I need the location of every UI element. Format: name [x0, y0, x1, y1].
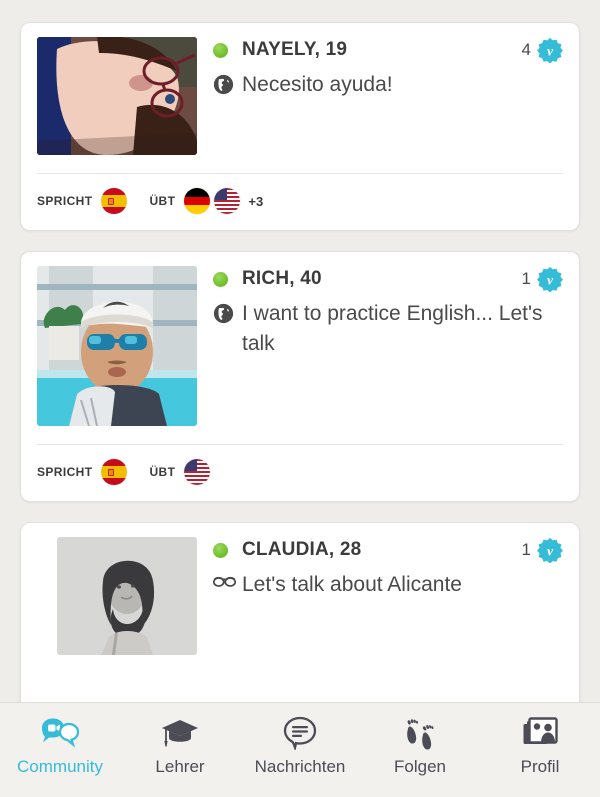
nayely-profile-photo[interactable]: [37, 37, 197, 155]
languages-row: [21, 674, 579, 702]
speaks-label: SPRICHT: [37, 465, 93, 479]
user-card[interactable]: CLAUDIA, 28 1 v Let's talk about Alicant…: [20, 522, 580, 702]
user-status-text: Necesito ayuda!: [242, 73, 393, 96]
tab-profil[interactable]: Profil: [480, 713, 600, 777]
germany-flag: [184, 188, 211, 214]
tab-label: Community: [17, 757, 103, 776]
svg-text:v: v: [547, 544, 554, 559]
online-status-dot: [213, 542, 228, 558]
spain-flag: [101, 459, 128, 485]
user-status-row: I want to practice English... Let's talk: [213, 299, 563, 359]
rich-profile-photo[interactable]: [37, 266, 197, 426]
badge-count: 1: [521, 269, 531, 288]
more-languages-count: +3: [248, 193, 264, 209]
tab-folgen[interactable]: Folgen: [360, 713, 480, 777]
user-info: RICH, 40 1 v I want to practice English.…: [197, 266, 563, 359]
user-card-body: NAYELY, 19 4 v Necesito ayuda!: [21, 23, 579, 161]
user-status-text: Let's talk about Alicante: [242, 573, 462, 596]
user-name: RICH, 40: [242, 268, 322, 289]
tab-label: Nachrichten: [254, 757, 346, 776]
practices-label: ÜBT: [149, 465, 176, 479]
online-status-dot: [213, 42, 228, 58]
badge-group: 1 v: [522, 537, 563, 563]
svg-text:v: v: [547, 273, 554, 288]
tab-label: Lehrer: [155, 757, 205, 776]
graduation-cap-icon: [161, 713, 199, 753]
verified-badge-icon[interactable]: v: [537, 537, 563, 563]
user-card[interactable]: NAYELY, 19 4 v Necesito ayuda! SPRICHT Ü…: [20, 22, 580, 231]
user-info: CLAUDIA, 28 1 v Let's talk about Alicant…: [197, 537, 563, 600]
user-name-row: NAYELY, 19 4 v: [213, 37, 563, 63]
spain-flag: [101, 188, 128, 214]
bottom-tab-bar: Community Lehrer Nachrichten Folgen Prof…: [0, 702, 600, 797]
user-card[interactable]: RICH, 40 1 v I want to practice English.…: [20, 251, 580, 502]
glasses-icon: [213, 574, 236, 595]
badge-count: 1: [521, 540, 531, 559]
tab-label: Folgen: [394, 757, 446, 776]
footprints-icon: [404, 713, 436, 753]
user-name-row: RICH, 40 1 v: [213, 266, 563, 292]
user-name: CLAUDIA, 28: [242, 539, 362, 560]
message-bubble-icon: [283, 713, 317, 753]
languages-row: SPRICHT ÜBT: [21, 174, 579, 230]
user-status-text: I want to practice English... Let's talk: [242, 302, 543, 355]
globe-icon: [213, 74, 234, 95]
tab-label: Profil: [520, 757, 560, 776]
claudia-profile-photo[interactable]: [57, 537, 197, 655]
tab-nachrichten[interactable]: Nachrichten: [240, 713, 360, 777]
languages-row: SPRICHT ÜBT: [21, 445, 579, 501]
tab-lehrer[interactable]: Lehrer: [120, 713, 240, 777]
user-status-row: Let's talk about Alicante: [213, 570, 563, 600]
verified-badge-icon[interactable]: v: [537, 37, 563, 63]
usa-flag: [184, 459, 211, 485]
badge-group: 4 v: [522, 37, 563, 63]
user-card-body: RICH, 40 1 v I want to practice English.…: [21, 252, 579, 432]
user-name: NAYELY, 19: [242, 39, 348, 60]
verified-badge-icon[interactable]: v: [537, 266, 563, 292]
user-info: NAYELY, 19 4 v Necesito ayuda!: [197, 37, 563, 100]
community-feed[interactable]: NAYELY, 19 4 v Necesito ayuda! SPRICHT Ü…: [0, 0, 600, 702]
tab-community[interactable]: Community: [0, 713, 120, 777]
speaks-label: SPRICHT: [37, 194, 93, 208]
user-name-row: CLAUDIA, 28 1 v: [213, 537, 563, 563]
user-card-body: CLAUDIA, 28 1 v Let's talk about Alicant…: [21, 523, 579, 661]
globe-icon: [213, 303, 234, 324]
badge-group: 1 v: [522, 266, 563, 292]
badge-count: 4: [521, 40, 531, 59]
user-status-row: Necesito ayuda!: [213, 70, 563, 100]
svg-text:v: v: [547, 44, 554, 59]
usa-flag: [214, 188, 241, 214]
practices-label: ÜBT: [149, 194, 176, 208]
speech-bubbles-icon: [40, 713, 80, 753]
online-status-dot: [213, 271, 228, 287]
photo-cards-icon: [522, 713, 558, 753]
